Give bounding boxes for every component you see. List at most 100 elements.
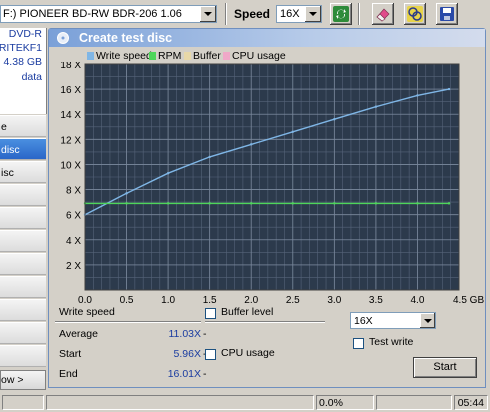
eraser-icon bbox=[376, 8, 390, 22]
disc-info: DVD-R RITEKF1 4.38 GB data bbox=[0, 28, 47, 114]
data-point bbox=[374, 202, 378, 205]
y-tick-label: 10 X bbox=[60, 160, 81, 171]
nav-item[interactable]: e bbox=[0, 115, 46, 137]
y-tick-label: 8 X bbox=[66, 186, 81, 197]
buffer-level-label: Buffer level bbox=[221, 306, 274, 318]
x-tick-label: 3.5 bbox=[369, 295, 383, 306]
erase-button[interactable] bbox=[372, 3, 394, 25]
left-panel: DVD-R RITEKF1 4.38 GB data e disc isc ow… bbox=[0, 28, 48, 390]
x-tick-label: 4.0 bbox=[410, 295, 424, 306]
nav-item[interactable] bbox=[0, 299, 46, 321]
drive-select[interactable]: F:) PIONEER BD-RW BDR-206 1.06 bbox=[0, 5, 217, 23]
disc-manufacturer: RITEKF1 bbox=[0, 42, 42, 54]
chevron-down-icon[interactable] bbox=[419, 313, 435, 328]
data-point bbox=[416, 94, 419, 97]
y-tick-label: 18 X bbox=[60, 62, 81, 71]
legend-item: Buffer bbox=[184, 50, 221, 62]
average-extra: - bbox=[203, 328, 207, 340]
speed-label: Speed bbox=[234, 7, 271, 21]
show-more-label: ow > bbox=[1, 374, 24, 386]
speed-select[interactable]: 16X bbox=[276, 5, 322, 23]
data-point bbox=[208, 155, 211, 159]
toolbar-separator bbox=[225, 3, 227, 25]
progress-percent: 0.0% bbox=[319, 397, 343, 409]
elapsed-time: 05:44 bbox=[457, 397, 484, 409]
x-tick-label: 3.0 bbox=[327, 295, 341, 306]
stat-label: Start bbox=[59, 348, 82, 360]
nav-item[interactable] bbox=[0, 253, 46, 275]
disc-copy-icon bbox=[407, 6, 423, 22]
x-tick-label: 1.0 bbox=[161, 295, 175, 306]
drive-select-value: F:) PIONEER BD-RW BDR-206 1.06 bbox=[3, 8, 182, 20]
write-speed-select[interactable]: 16X bbox=[350, 312, 436, 329]
refresh-icon bbox=[333, 6, 349, 22]
nav-item[interactable] bbox=[0, 345, 46, 367]
cpu-usage-label: CPU usage bbox=[221, 347, 275, 359]
toolbar: F:) PIONEER BD-RW BDR-206 1.06 Speed 16X bbox=[0, 0, 490, 28]
legend-item: Write speed bbox=[87, 50, 152, 62]
y-tick-label: 16 X bbox=[60, 85, 81, 96]
create-test-disc-dialog: Create test disc Write speed RPM Buffer … bbox=[48, 28, 486, 388]
y-tick-label: 4 X bbox=[66, 236, 81, 247]
nav-item[interactable] bbox=[0, 230, 46, 252]
nav-item-selected[interactable]: disc bbox=[0, 138, 46, 160]
refresh-button[interactable] bbox=[330, 3, 352, 25]
legend-label: Write speed bbox=[96, 50, 152, 62]
data-point bbox=[447, 202, 451, 205]
nav-item[interactable] bbox=[0, 184, 46, 206]
x-tick-label: 0.5 bbox=[120, 295, 134, 306]
nav-item-label: isc bbox=[1, 167, 14, 179]
legend-label: CPU usage bbox=[232, 50, 286, 62]
legend-swatch bbox=[184, 52, 191, 60]
stat-label: End bbox=[59, 368, 78, 380]
progress-panel: 0.0% bbox=[316, 395, 374, 410]
status-panel bbox=[46, 395, 314, 410]
y-tick-label: 6 X bbox=[66, 211, 81, 222]
cpu-usage-checkbox[interactable] bbox=[205, 349, 216, 360]
nav-item-label: e bbox=[1, 121, 7, 133]
disc-button[interactable] bbox=[404, 3, 426, 25]
disc-type: DVD-R bbox=[8, 28, 42, 40]
dialog-title: Create test disc bbox=[79, 31, 173, 45]
nav-item[interactable] bbox=[0, 322, 46, 344]
nav-item[interactable] bbox=[0, 276, 46, 298]
test-write-checkbox[interactable] bbox=[353, 338, 364, 349]
write-speed-chart: 2 X 4 X 6 X 8 X 10 X 12 X 14 X 16 X 18 X 0.0 0.5 1.… bbox=[60, 62, 484, 306]
data-point bbox=[374, 105, 378, 108]
save-button[interactable] bbox=[436, 3, 458, 25]
disc-capacity: 4.38 GB bbox=[3, 56, 42, 68]
test-write-label: Test write bbox=[369, 336, 414, 348]
stats-header: Write speed bbox=[59, 306, 115, 318]
y-tick-label: 12 X bbox=[60, 135, 81, 146]
divider bbox=[55, 321, 201, 323]
speed-select-value: 16X bbox=[280, 8, 300, 20]
chevron-down-icon[interactable] bbox=[199, 6, 216, 22]
write-speed-select-value: 16X bbox=[354, 315, 373, 327]
nav-item-label: disc bbox=[1, 144, 20, 156]
legend-item: RPM bbox=[149, 50, 181, 62]
status-panel bbox=[376, 395, 452, 410]
data-point bbox=[125, 202, 128, 205]
legend-swatch bbox=[149, 52, 156, 60]
x-tick-label: 1.5 bbox=[203, 295, 217, 306]
nav-item[interactable]: isc bbox=[0, 161, 46, 183]
x-tick-label: 0.0 bbox=[78, 295, 92, 306]
start-button[interactable]: Start bbox=[413, 357, 477, 378]
legend-label: Buffer bbox=[193, 50, 221, 62]
data-point bbox=[416, 202, 419, 205]
show-more-button[interactable]: ow > bbox=[0, 370, 46, 390]
status-bar: 0.0% 05:44 bbox=[0, 393, 490, 412]
data-point bbox=[250, 143, 253, 146]
stat-value: 11.03X bbox=[168, 328, 202, 340]
x-tick-label: 2.5 bbox=[286, 295, 300, 306]
data-point bbox=[333, 118, 336, 121]
chevron-down-icon[interactable] bbox=[304, 6, 321, 22]
data-point bbox=[250, 202, 253, 205]
stat-value: 5.96X bbox=[173, 348, 201, 360]
toolbar-separator bbox=[358, 3, 360, 25]
data-point bbox=[447, 87, 451, 91]
divider bbox=[205, 321, 325, 323]
legend-swatch bbox=[87, 52, 94, 60]
buffer-level-checkbox[interactable] bbox=[205, 308, 216, 319]
nav-item[interactable] bbox=[0, 207, 46, 229]
